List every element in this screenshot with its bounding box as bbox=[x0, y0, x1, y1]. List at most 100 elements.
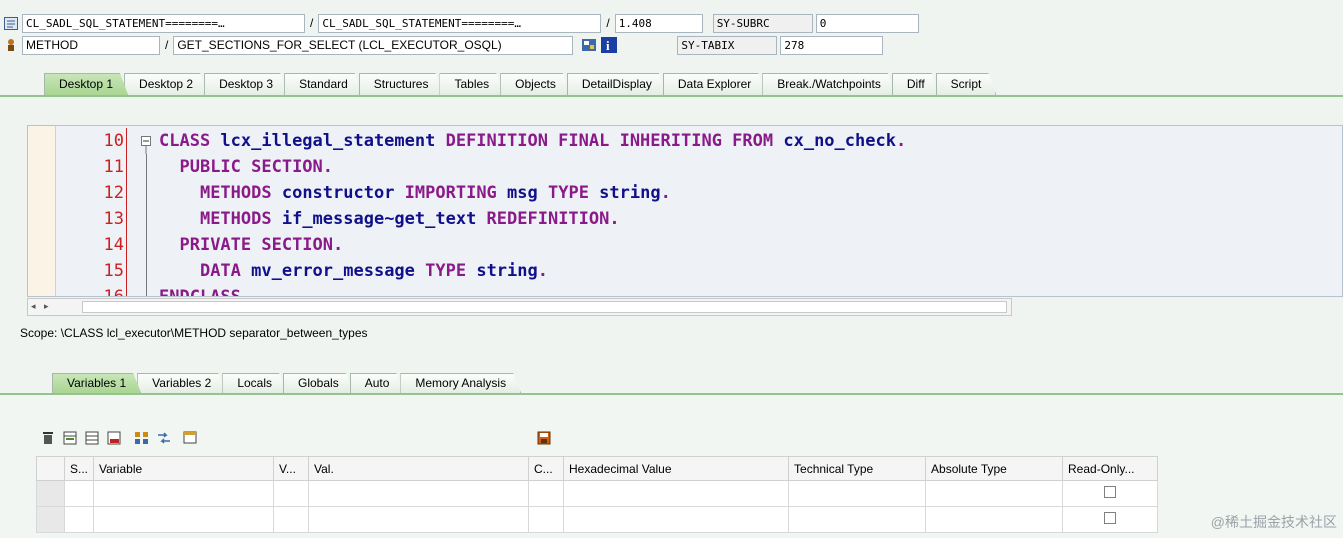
type-field: METHOD bbox=[22, 35, 160, 55]
structure-icon[interactable] bbox=[134, 430, 150, 446]
readonly-cell[interactable] bbox=[1062, 480, 1159, 507]
tab-variables-1[interactable]: Variables 1 bbox=[52, 373, 141, 393]
variables-table: S... Variable V... Val. C... Hexadecimal Valu… bbox=[36, 456, 1159, 533]
column-header[interactable]: Absolute Type bbox=[925, 456, 1064, 481]
filter-icon[interactable] bbox=[182, 430, 198, 446]
line-marker bbox=[126, 154, 127, 180]
code-text: DATA mv_error_message TYPE string. bbox=[159, 261, 548, 281]
cell bbox=[273, 480, 310, 507]
line-marker bbox=[126, 232, 127, 258]
cell bbox=[563, 506, 790, 533]
column-header[interactable]: Hexadecimal Value bbox=[563, 456, 790, 481]
keyword-token: IMPORTING bbox=[404, 183, 508, 203]
scroll-right-icon[interactable]: ▸ bbox=[44, 301, 49, 312]
save-icon[interactable] bbox=[536, 430, 552, 446]
display-icon[interactable] bbox=[581, 37, 597, 53]
tab-diff[interactable]: Diff bbox=[892, 73, 940, 95]
scroll-thumb[interactable] bbox=[82, 301, 1007, 313]
row-selector[interactable] bbox=[36, 480, 65, 507]
column-header[interactable]: Read-Only... bbox=[1062, 456, 1159, 481]
tab-break-watchpoints[interactable]: Break./Watchpoints bbox=[762, 73, 896, 95]
tab-structures[interactable]: Structures bbox=[359, 73, 444, 95]
scroll-left-icon[interactable]: ◂ bbox=[31, 301, 36, 312]
code-line[interactable]: 11 PUBLIC SECTION. bbox=[28, 154, 333, 180]
line-marker bbox=[126, 206, 127, 232]
insert-row-icon[interactable] bbox=[62, 430, 78, 446]
tab-variables-2[interactable]: Variables 2 bbox=[137, 373, 226, 393]
column-header[interactable]: Val. bbox=[308, 456, 530, 481]
cell bbox=[63, 480, 95, 507]
tab-script[interactable]: Script bbox=[936, 73, 997, 95]
keyword-token: ENDCLASS. bbox=[159, 287, 252, 297]
info-icon[interactable]: i bbox=[601, 37, 618, 53]
tab-locals[interactable]: Locals bbox=[222, 373, 287, 393]
sysfield2-value[interactable]: 278 bbox=[780, 35, 884, 55]
editor-hscrollbar[interactable]: ◂ ▸ bbox=[27, 298, 1012, 316]
keyword-token: . bbox=[895, 131, 907, 151]
column-header[interactable]: V... bbox=[273, 456, 310, 481]
tab-objects[interactable]: Objects bbox=[500, 73, 571, 95]
readonly-cell[interactable] bbox=[1062, 506, 1159, 533]
fold-guide bbox=[139, 284, 159, 296]
fold-guide bbox=[139, 154, 159, 180]
cell bbox=[308, 480, 530, 507]
code-line[interactable]: 14 PRIVATE SECTION. bbox=[28, 232, 343, 258]
code-line[interactable]: 15 DATA mv_error_message TYPE string. bbox=[28, 258, 548, 284]
source-editor[interactable]: 10 CLASS lcx_illegal_statement DEFINITION… bbox=[27, 125, 1343, 297]
cell bbox=[788, 506, 927, 533]
tab-tables[interactable]: Tables bbox=[439, 73, 504, 95]
method-name-field[interactable]: GET_SECTIONS_FOR_SELECT (LCL_EXECUTOR_OS… bbox=[173, 35, 574, 55]
keyword-token: CLASS bbox=[159, 131, 221, 151]
column-header[interactable]: C... bbox=[528, 456, 565, 481]
variable-input[interactable] bbox=[93, 480, 275, 507]
identifier-token: msg bbox=[507, 183, 548, 203]
variable-input[interactable] bbox=[93, 506, 275, 533]
column-header[interactable]: S... bbox=[63, 456, 95, 481]
cell bbox=[563, 480, 790, 507]
tab-globals[interactable]: Globals bbox=[283, 373, 354, 393]
include-field[interactable]: CL_SADL_SQL_STATEMENT========… bbox=[318, 13, 602, 33]
delete-icon[interactable] bbox=[40, 430, 56, 446]
keyword-token: DATA bbox=[199, 261, 252, 281]
line-number: 11 bbox=[103, 157, 124, 177]
keyword-token: PUBLIC SECTION. bbox=[179, 157, 334, 177]
sysfield-value[interactable]: 0 bbox=[815, 13, 919, 33]
code-line[interactable]: 16 ENDCLASS. bbox=[28, 284, 252, 297]
tab-desktop-3[interactable]: Desktop 3 bbox=[204, 73, 288, 95]
header-selector[interactable] bbox=[36, 456, 65, 481]
code-line[interactable]: 12 METHODS constructor IMPORTING msg TYP… bbox=[28, 180, 671, 206]
cell bbox=[788, 480, 927, 507]
tab-data-explorer[interactable]: Data Explorer bbox=[663, 73, 766, 95]
table-row[interactable] bbox=[36, 506, 1159, 533]
line-number: 16 bbox=[103, 287, 124, 297]
program-field[interactable]: CL_SADL_SQL_STATEMENT========… bbox=[22, 13, 305, 33]
tab-standard[interactable]: Standard bbox=[284, 73, 363, 95]
code-line[interactable]: 10 CLASS lcx_illegal_statement DEFINITION… bbox=[28, 128, 906, 154]
row-selector[interactable] bbox=[36, 506, 65, 533]
table-row[interactable] bbox=[36, 480, 1159, 507]
readonly-checkbox[interactable] bbox=[1104, 512, 1117, 524]
column-header[interactable]: Variable bbox=[93, 456, 275, 481]
line-number: 13 bbox=[103, 209, 124, 229]
method-info-row: METHOD / GET_SECTIONS_FOR_SELECT (LCL_EX… bbox=[0, 35, 884, 55]
tab-detaildisplay[interactable]: DetailDisplay bbox=[567, 73, 667, 95]
cell bbox=[528, 480, 565, 507]
column-header[interactable]: Technical Type bbox=[788, 456, 927, 481]
tab-desktop-1[interactable]: Desktop 1 bbox=[44, 73, 128, 95]
cell bbox=[925, 480, 1064, 507]
tab-memory-analysis[interactable]: Memory Analysis bbox=[400, 373, 521, 393]
tab-desktop-2[interactable]: Desktop 2 bbox=[124, 73, 208, 95]
readonly-checkbox[interactable] bbox=[1104, 486, 1117, 498]
remove-row-icon[interactable] bbox=[106, 430, 122, 446]
collapse-icon[interactable] bbox=[139, 128, 159, 154]
transfer-icon[interactable] bbox=[156, 430, 172, 446]
separator: / bbox=[165, 38, 169, 52]
method-icon bbox=[2, 37, 20, 53]
code-text: ENDCLASS. bbox=[159, 287, 252, 297]
line-field[interactable]: 1.408 bbox=[614, 13, 703, 33]
keyword-token: DEFINITION FINAL INHERITING FROM bbox=[445, 131, 784, 151]
append-row-icon[interactable] bbox=[84, 430, 100, 446]
code-text: CLASS lcx_illegal_statement DEFINITION F… bbox=[159, 131, 906, 151]
code-line[interactable]: 13 METHODS if_message~get_text REDEFINIT… bbox=[28, 206, 620, 232]
tab-auto[interactable]: Auto bbox=[350, 373, 405, 393]
